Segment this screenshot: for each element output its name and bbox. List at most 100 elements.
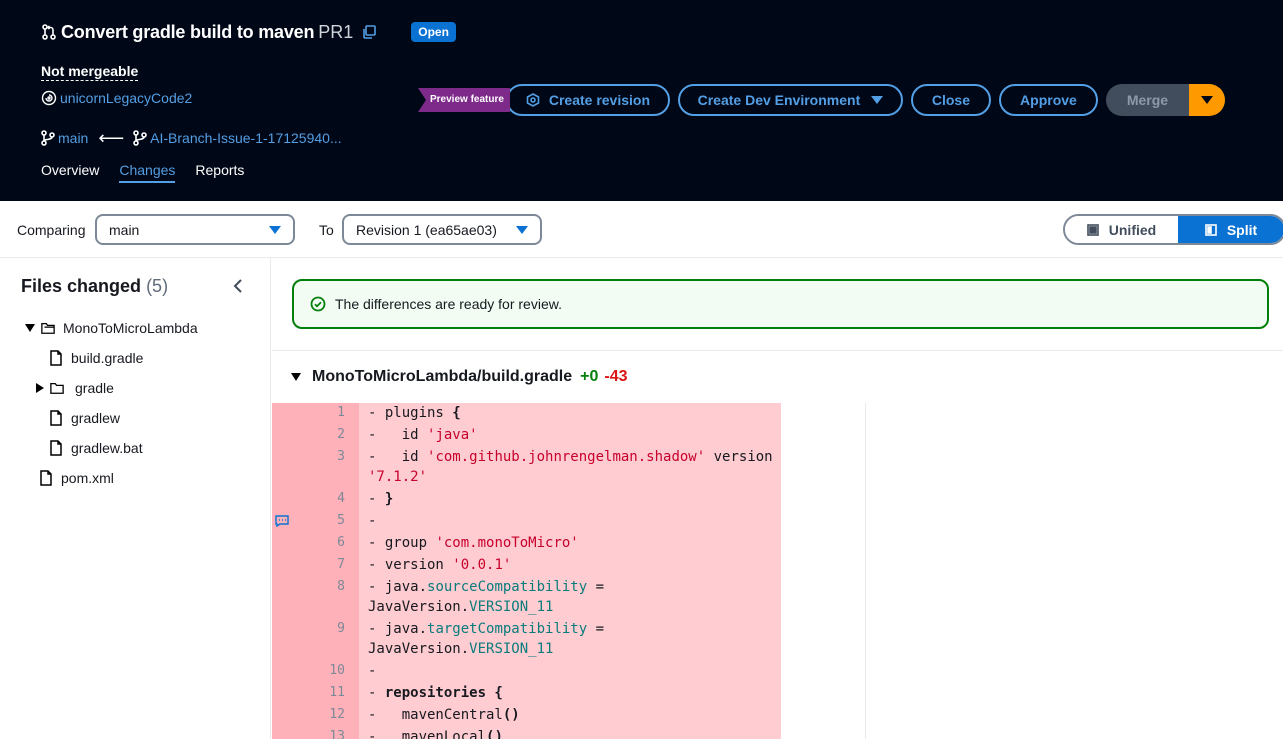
diff-panel: The differences are ready for review. Mo… <box>272 258 1283 739</box>
source-branch-link[interactable]: AI-Branch-Issue-1-17125940... <box>150 130 341 146</box>
close-button[interactable]: Close <box>910 84 991 116</box>
to-revision-value: Revision 1 (ea65ae03) <box>356 221 497 238</box>
success-alert: The differences are ready for review. <box>292 279 1269 329</box>
status-badge: Open <box>411 22 456 42</box>
line-text: - } <box>368 491 394 507</box>
to-revision-select[interactable]: Revision 1 (ea65ae03) <box>342 214 542 245</box>
line-text: - id 'com.github.johnrengelman.shadow' v… <box>368 449 782 485</box>
tree-file-gradlew-bat[interactable]: gradlew.bat <box>49 438 143 458</box>
merge-options-dropdown[interactable] <box>1188 84 1225 116</box>
tab-bar: Overview Changes Reports <box>41 162 264 183</box>
collapse-caret-icon <box>291 373 301 381</box>
files-changed-heading: Files changed (5) <box>21 276 168 297</box>
line-text: - repositories { <box>368 685 503 701</box>
compare-toolbar: Comparing main To Revision 1 (ea65ae03) … <box>0 201 1283 258</box>
tree-item-label: gradlew <box>71 410 121 426</box>
pr-id: PR1 <box>318 21 354 42</box>
divider <box>272 350 1283 351</box>
approve-label: Approve <box>1020 92 1077 108</box>
unified-label: Unified <box>1108 221 1157 238</box>
merge-label: Merge <box>1126 92 1169 108</box>
tree-item-label: build.gradle <box>71 350 144 366</box>
merge-button[interactable]: Merge <box>1105 84 1189 116</box>
page-title: Convert gradle build to maven <box>61 21 315 42</box>
tree-item-label: gradlew.bat <box>71 440 143 456</box>
line-number: 12 <box>329 707 345 722</box>
unified-view-button[interactable]: Unified <box>1065 216 1178 243</box>
branch-comparison: main ⟵ AI-Branch-Issue-1-17125940... <box>41 129 342 147</box>
approve-button[interactable]: Approve <box>998 84 1098 116</box>
pull-request-header: Convert gradle build to maven PR1 Open N… <box>0 0 1283 201</box>
tree-item-label: pom.xml <box>61 470 114 486</box>
action-bar: Preview feature Create revision Create D… <box>418 84 1225 116</box>
file-icon <box>40 470 52 486</box>
destination-branch-link[interactable]: main <box>58 130 88 146</box>
comparing-value: main <box>109 221 140 238</box>
file-icon <box>50 440 62 456</box>
expand-caret-icon <box>36 383 44 393</box>
line-text: - mavenCentral() <box>368 707 520 723</box>
to-label: To <box>319 222 334 238</box>
repository-link[interactable]: unicornLegacyCode2 <box>41 90 192 106</box>
folder-icon <box>50 382 64 394</box>
expand-caret-icon <box>25 324 35 332</box>
view-mode-toggle: Unified Split <box>1063 214 1283 245</box>
branch-icon <box>41 130 55 146</box>
tree-file-pom-xml[interactable]: pom.xml <box>39 468 114 488</box>
file-icon <box>50 350 62 366</box>
file-icon <box>50 410 62 426</box>
tab-changes[interactable]: Changes <box>119 162 176 183</box>
collapse-panel-icon[interactable] <box>231 278 247 294</box>
line-text: - java.sourceCompatibility = JavaVersion… <box>368 579 613 615</box>
copy-icon[interactable] <box>362 25 377 39</box>
check-circle-icon <box>310 296 326 312</box>
comparing-select[interactable]: main <box>95 214 295 245</box>
additions-count: +0 <box>580 368 599 385</box>
repository-name[interactable]: unicornLegacyCode2 <box>60 90 192 106</box>
file-diff-header[interactable]: MonoToMicroLambda/build.gradle +0 -43 <box>291 368 628 386</box>
tree-folder-gradle[interactable]: gradle <box>36 378 114 398</box>
diff-left-pane: 1 - plugins { 2 - id 'java' 3 - id 'com.… <box>272 403 781 739</box>
line-number: 4 <box>337 491 345 506</box>
preview-feature-badge: Preview feature <box>418 88 510 112</box>
files-changed-panel: Files changed (5) MonoToMicroLambda buil… <box>0 258 271 739</box>
title-row: Convert gradle build to maven PR1 Open <box>41 18 456 46</box>
mergeable-status[interactable]: Not mergeable <box>41 63 139 81</box>
tree-file-gradlew[interactable]: gradlew <box>49 408 120 428</box>
tree-folder-monotomicrolambda[interactable]: MonoToMicroLambda <box>25 318 198 338</box>
create-revision-button[interactable]: Create revision <box>505 84 670 116</box>
line-number: 13 <box>329 729 345 739</box>
unified-icon <box>1086 223 1099 236</box>
tree-file-build-gradle[interactable]: build.gradle <box>49 348 143 368</box>
line-number: 7 <box>337 557 345 572</box>
caret-down-icon <box>871 96 884 104</box>
tab-overview[interactable]: Overview <box>41 162 99 183</box>
tab-reports[interactable]: Reports <box>195 162 244 183</box>
caret-down-icon <box>516 225 528 234</box>
caret-down-icon <box>269 225 281 234</box>
close-label: Close <box>931 92 970 108</box>
create-dev-environment-button[interactable]: Create Dev Environment <box>677 84 903 116</box>
comparing-label: Comparing <box>17 222 86 238</box>
line-number: 2 <box>337 427 345 442</box>
pull-request-icon <box>42 24 56 40</box>
file-path: MonoToMicroLambda/build.gradle <box>312 368 573 385</box>
create-dev-environment-label: Create Dev Environment <box>697 92 861 108</box>
diff-right-pane <box>781 403 866 739</box>
line-number: 10 <box>329 663 345 678</box>
alert-message: The differences are ready for review. <box>335 296 562 312</box>
line-text: - <box>368 663 377 679</box>
line-number: 5 <box>337 513 345 528</box>
caret-down-icon <box>1200 96 1213 104</box>
folder-open-icon <box>41 322 55 334</box>
line-text: - java.targetCompatibility = JavaVersion… <box>368 621 613 657</box>
line-number: 3 <box>337 449 345 464</box>
revision-icon <box>526 93 540 107</box>
merge-split-button: Merge <box>1105 84 1225 116</box>
branch-icon <box>133 130 147 146</box>
line-number: 11 <box>329 685 345 700</box>
line-text: - version '0.0.1' <box>368 557 512 573</box>
split-view-button[interactable]: Split <box>1178 216 1283 243</box>
line-text: - mavenLocal() <box>368 729 503 739</box>
repository-icon <box>41 90 57 106</box>
